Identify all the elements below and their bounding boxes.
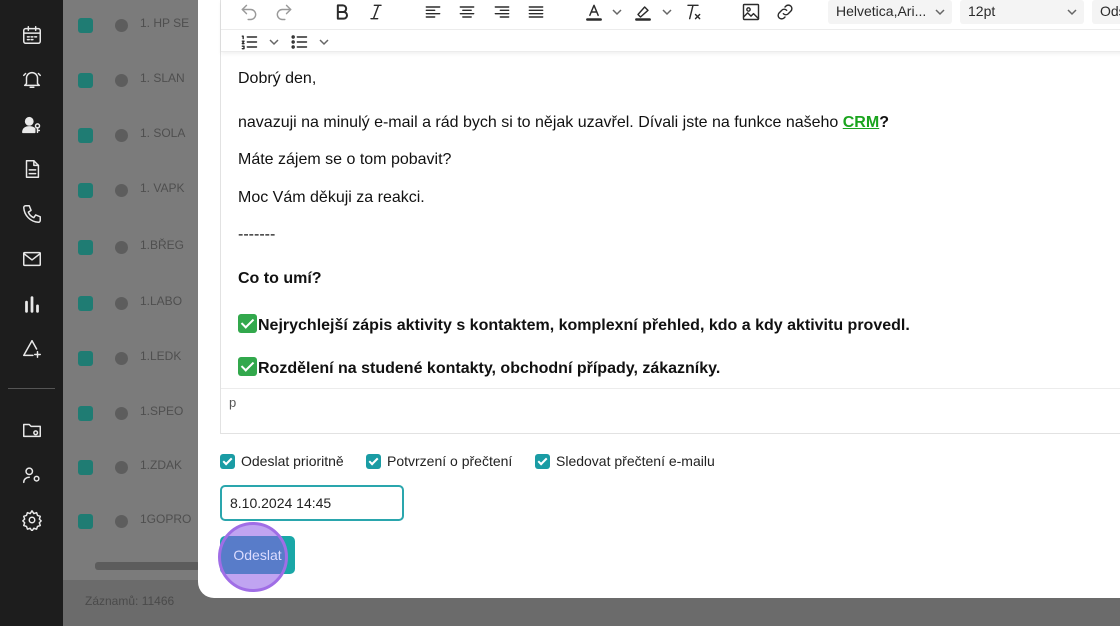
- highlight-color-icon[interactable]: [631, 0, 655, 24]
- chevron-down-icon[interactable]: [318, 35, 330, 47]
- phone-icon[interactable]: [20, 202, 44, 226]
- list-item: 1.BŘEG: [63, 224, 198, 268]
- list-item: 1. VAPK: [63, 167, 198, 211]
- align-left-icon[interactable]: [421, 0, 445, 24]
- redo-icon[interactable]: [272, 0, 296, 24]
- list-item: 1. HP SE: [63, 2, 198, 46]
- email-compose-modal: Helvetica,Ari... 12pt Ods Dobrý: [198, 0, 1120, 598]
- rich-text-editor: Helvetica,Ari... 12pt Ods Dobrý: [220, 0, 1120, 434]
- bullet-list-icon[interactable]: [287, 30, 311, 54]
- align-justify-icon[interactable]: [524, 0, 548, 24]
- bell-icon[interactable]: [20, 67, 44, 91]
- users-settings-icon[interactable]: [20, 463, 44, 487]
- record-count: Záznamů: 11466: [85, 594, 175, 608]
- checkbox-checked[interactable]: [535, 453, 550, 469]
- body-line-3: Moc Vám děkuji za reakci.: [238, 189, 425, 206]
- separator-text: -------: [238, 226, 276, 243]
- triangle-add-icon[interactable]: [20, 337, 44, 361]
- mail-icon[interactable]: [20, 247, 44, 271]
- send-button-label: Odeslat: [233, 547, 282, 563]
- list-item: 1GOPRO: [63, 498, 198, 542]
- check-mark-icon: [238, 314, 257, 333]
- user-key-icon[interactable]: [20, 113, 44, 137]
- features-heading: Co to umí?: [238, 270, 322, 287]
- background-contact-list: 1. HP SE 1. SLAN 1. SOLA 1. VAPK 1.BŘEG …: [63, 0, 198, 626]
- list-item: 1. SOLA: [63, 112, 198, 156]
- document-icon[interactable]: [20, 157, 44, 181]
- font-family-select[interactable]: Helvetica,Ari...: [828, 0, 952, 24]
- read-receipt-checkbox[interactable]: Potvrzení o přečtení: [366, 452, 512, 470]
- checkbox-checked[interactable]: [220, 453, 235, 469]
- chart-bar-icon[interactable]: [20, 292, 44, 316]
- list-item: 1.ZDAK: [63, 444, 198, 488]
- list-item: 1.LABO: [63, 280, 198, 324]
- editor-statusbar: p: [221, 388, 1120, 414]
- chevron-down-icon: [1066, 5, 1078, 17]
- chevron-down-icon[interactable]: [661, 5, 673, 17]
- text-color-icon[interactable]: [582, 0, 606, 24]
- feature-item: Rozdělení na studené kontakty, obchodní …: [238, 357, 720, 378]
- link-icon[interactable]: [773, 0, 797, 24]
- crm-link[interactable]: CRM: [843, 114, 879, 131]
- image-icon[interactable]: [739, 0, 763, 24]
- element-path[interactable]: p: [229, 395, 236, 410]
- bold-icon[interactable]: [330, 0, 354, 24]
- background-scrollbar: [95, 562, 200, 570]
- clear-formatting-icon[interactable]: [681, 0, 705, 24]
- align-right-icon[interactable]: [490, 0, 514, 24]
- list-item: 1. SLAN: [63, 57, 198, 101]
- sidebar-divider: [8, 388, 55, 389]
- paragraph-format-select[interactable]: Ods: [1092, 0, 1120, 24]
- chevron-down-icon[interactable]: [611, 5, 623, 17]
- list-item: 1.LEDK: [63, 335, 198, 379]
- calendar-icon[interactable]: [20, 23, 44, 47]
- main-sidebar: [0, 0, 63, 626]
- checkbox-checked[interactable]: [366, 453, 381, 469]
- align-center-icon[interactable]: [455, 0, 479, 24]
- track-read-checkbox[interactable]: Sledovat přečtení e-mailu: [535, 452, 715, 470]
- list-item: 1.SPEO: [63, 390, 198, 434]
- italic-icon[interactable]: [364, 0, 388, 24]
- greeting-text: Dobrý den,: [238, 70, 317, 87]
- chevron-down-icon[interactable]: [268, 35, 280, 47]
- check-mark-icon: [238, 357, 257, 376]
- priority-checkbox[interactable]: Odeslat prioritně: [220, 452, 344, 470]
- numbered-list-icon[interactable]: [237, 30, 261, 54]
- feature-item: Nejrychlejší zápis aktivity s kontaktem,…: [238, 314, 910, 335]
- editor-toolbar: Helvetica,Ari... 12pt Ods: [221, 0, 1120, 52]
- chevron-down-icon: [934, 5, 946, 17]
- scheduled-datetime-input[interactable]: [220, 485, 404, 521]
- folder-icon[interactable]: [20, 418, 44, 442]
- undo-icon[interactable]: [237, 0, 261, 24]
- font-size-select[interactable]: 12pt: [960, 0, 1084, 24]
- body-line-1: navazuji na minulý e-mail a rád bych si …: [238, 114, 889, 131]
- gear-icon[interactable]: [20, 508, 44, 532]
- body-line-2: Máte zájem se o tom pobavit?: [238, 151, 452, 168]
